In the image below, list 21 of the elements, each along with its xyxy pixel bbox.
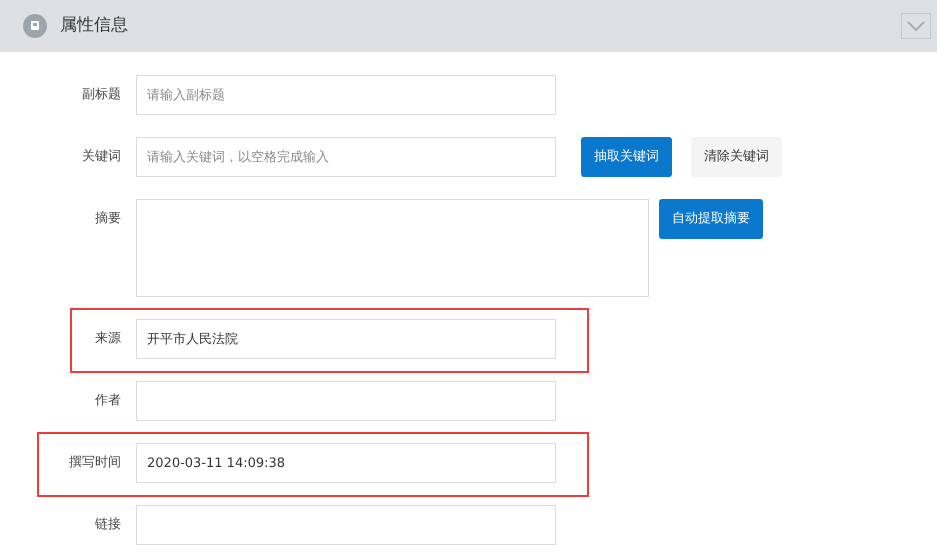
summary-field[interactable] — [136, 199, 649, 297]
input-field[interactable]: 请输入关键词，以空格完成输入 — [136, 137, 556, 177]
field-label: 撰写时间 — [69, 454, 121, 472]
field-label: 作者 — [95, 392, 121, 410]
document-icon — [23, 14, 47, 38]
collapse-button[interactable] — [901, 13, 931, 39]
input-field[interactable]: 2020-03-11 14:09:38 — [136, 443, 556, 483]
input-field[interactable]: 请输入副标题 — [136, 75, 556, 115]
chevron-down-icon — [906, 20, 926, 32]
panel-title: 属性信息 — [60, 14, 128, 38]
field-label: 关键词 — [82, 148, 121, 166]
action-button[interactable]: 自动提取摘要 — [659, 199, 763, 239]
field-label: 链接 — [95, 516, 121, 534]
field-label: 副标题 — [82, 86, 121, 104]
field-label: 摘要 — [95, 210, 121, 228]
action-button[interactable]: 清除关键词 — [691, 137, 782, 177]
action-button[interactable]: 抽取关键词 — [581, 137, 672, 177]
input-field[interactable] — [136, 505, 556, 545]
input-field[interactable]: 开平市人民法院 — [136, 319, 556, 359]
input-field[interactable] — [136, 381, 556, 421]
field-label: 来源 — [95, 330, 121, 348]
